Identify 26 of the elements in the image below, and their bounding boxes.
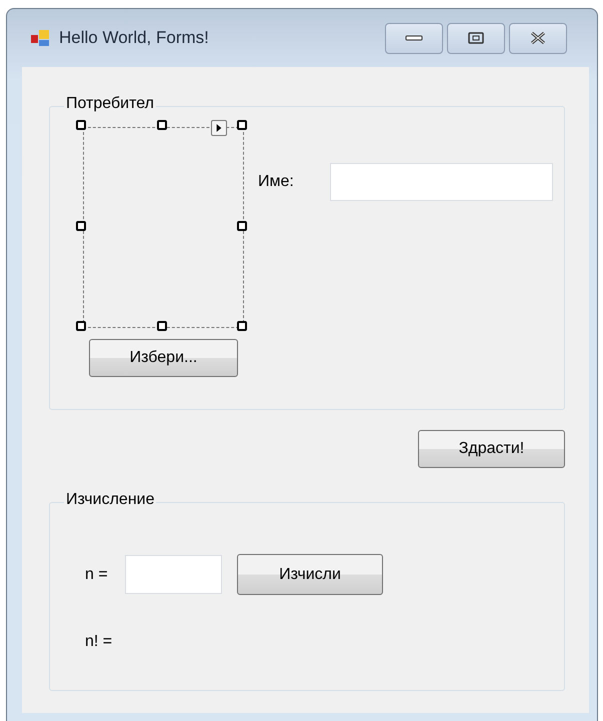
compute-button[interactable]: Изчисли: [237, 554, 383, 595]
greet-button[interactable]: Здрасти!: [418, 430, 565, 468]
resize-handle[interactable]: [156, 321, 166, 331]
n-field[interactable]: [125, 555, 222, 594]
resize-handle[interactable]: [237, 220, 247, 230]
choose-button[interactable]: Избери...: [89, 339, 238, 377]
name-field[interactable]: [330, 163, 553, 201]
resize-handle[interactable]: [76, 220, 86, 230]
group-label: Потребител: [64, 95, 156, 113]
minimize-button[interactable]: [385, 22, 443, 54]
resize-handle[interactable]: [237, 321, 247, 331]
minimize-icon: [405, 35, 423, 41]
resize-handle[interactable]: [237, 120, 247, 130]
resize-handle[interactable]: [156, 120, 166, 130]
close-icon: [529, 31, 547, 45]
maximize-button[interactable]: [447, 22, 505, 54]
maximize-icon: [468, 32, 484, 44]
app-icon: [31, 29, 51, 47]
n-label: n =: [85, 564, 109, 584]
resize-handle[interactable]: [76, 321, 86, 331]
window-title: Hello World, Forms!: [59, 27, 209, 50]
resize-handle[interactable]: [76, 120, 86, 130]
name-label: Име:: [258, 172, 295, 192]
smart-tag-icon[interactable]: [211, 120, 227, 136]
close-button[interactable]: [509, 22, 567, 54]
result-label: n! =: [85, 633, 112, 650]
